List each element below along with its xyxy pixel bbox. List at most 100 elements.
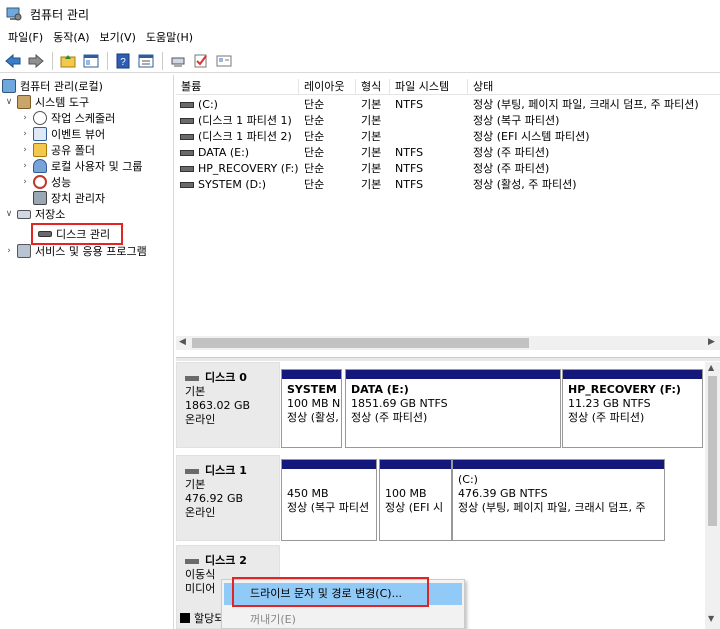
partition-line2: 11.23 GB NTFS — [568, 397, 651, 410]
volume-cell-text: 단순 — [304, 130, 325, 143]
tree-item-label: 장치 관리자 — [51, 192, 106, 205]
volume-cell-text: 단순 — [304, 114, 325, 127]
partition-block[interactable]: HP_RECOVERY (F:) 11.23 GB NTFS 정상 (주 파티션) — [562, 369, 703, 448]
scroll-right-icon[interactable]: ▶ — [708, 337, 715, 347]
volume-cell-text: 기본 — [361, 130, 382, 143]
scrollbar-thumb[interactable] — [708, 376, 717, 526]
volume-row[interactable]: (디스크 1 파티션 2) 단순 기본 정상 (EFI 시스템 파티션) — [176, 129, 720, 145]
performance-icon — [33, 175, 47, 189]
tree-item-label: 저장소 — [35, 208, 66, 221]
window-icon[interactable] — [213, 51, 235, 71]
volume-cell-text: (디스크 1 파티션 1) — [198, 114, 292, 127]
disk-name: 디스크 1 — [185, 464, 279, 478]
legend: 할당되 — [180, 610, 224, 626]
chevron-right-icon[interactable]: › — [4, 246, 14, 256]
check-icon[interactable] — [190, 51, 212, 71]
volume-row[interactable]: (C:) 단순 기본 NTFS 정상 (부팅, 페이지 파일, 크래시 덤프, 주 파티… — [176, 97, 720, 113]
volume-cell-status: 정상 (부팅, 페이지 파일, 크래시 덤프, 주 파티션) — [468, 97, 720, 113]
volume-icon — [180, 102, 194, 108]
volume-cell-text: 정상 (EFI 시스템 파티션) — [473, 130, 590, 143]
scrollbar-thumb[interactable] — [192, 338, 529, 348]
chevron-right-icon[interactable]: › — [20, 161, 30, 171]
tree-item-label: 서비스 및 응용 프로그램 — [35, 245, 147, 258]
tree-item-shared-folders[interactable]: › 공유 폴더 — [20, 142, 95, 158]
partition-block[interactable]: 450 MB 정상 (복구 파티션 — [281, 459, 377, 541]
tree-item-local-users[interactable]: › 로컬 사용자 및 그룹 — [20, 158, 142, 174]
menu-action[interactable]: 동작(A) — [48, 28, 94, 48]
partition-title: (C:) — [458, 473, 478, 486]
partition-block[interactable]: 100 MB 정상 (EFI 시 — [379, 459, 452, 541]
tree-item-task-scheduler[interactable]: › 작업 스케줄러 — [20, 110, 115, 126]
volume-cell-fs: NTFS — [390, 161, 468, 177]
chevron-down-icon[interactable]: ∨ — [4, 209, 14, 219]
volume-cell-layout: 단순 — [299, 97, 356, 113]
menu-bar: 파일(F) 동작(A) 보기(V) 도움말(H) — [0, 28, 720, 48]
tree-item-system-tools[interactable]: ∨ 시스템 도구 — [4, 94, 89, 110]
volume-cell-text: 기본 — [361, 178, 382, 191]
menu-view[interactable]: 보기(V) — [95, 28, 141, 48]
volume-cell-text: 단순 — [304, 162, 325, 175]
pane-divider[interactable] — [176, 357, 720, 361]
partition-block[interactable]: SYSTEM (100 MB N 정상 (활성, — [281, 369, 342, 448]
partition-block[interactable]: (C:) 476.39 GB NTFS 정상 (부팅, 페이지 파일, 크래시 덤프… — [452, 459, 665, 541]
volume-cell-name: DATA (E:) — [176, 145, 299, 161]
column-header-status[interactable]: 상태 — [468, 79, 720, 94]
back-arrow-icon[interactable] — [2, 51, 24, 71]
partition-line2: 100 MB N — [287, 397, 341, 410]
disk-label[interactable]: 디스크 0 기본 1863.02 GB 온라인 — [176, 362, 280, 448]
menu-file[interactable]: 파일(F) — [3, 28, 48, 48]
volume-row[interactable]: DATA (E:) 단순 기본 NTFS 정상 (주 파티션) — [176, 145, 720, 161]
up-folder-icon[interactable] — [57, 51, 79, 71]
properties-icon[interactable] — [135, 51, 157, 71]
volume-cell-status: 정상 (EFI 시스템 파티션) — [468, 129, 720, 145]
disk-name: 디스크 0 — [185, 371, 279, 385]
disk-kind: 기본 — [185, 385, 206, 398]
scroll-left-icon[interactable]: ◀ — [179, 337, 186, 347]
partition-block[interactable]: DATA (E:) 1851.69 GB NTFS 정상 (주 파티션) — [345, 369, 561, 448]
volume-cell-text: 단순 — [304, 146, 325, 159]
column-header-type[interactable]: 형식 — [356, 79, 390, 94]
chevron-right-icon[interactable]: › — [20, 129, 30, 139]
disk-label[interactable]: 디스크 1 기본 476.92 GB 온라인 — [176, 455, 280, 541]
column-header-filesystem[interactable]: 파일 시스템 — [390, 79, 468, 94]
partition-line2: 100 MB — [385, 487, 427, 500]
chevron-down-icon[interactable]: ∨ — [4, 97, 14, 107]
volume-icon — [180, 118, 194, 124]
column-header-volume[interactable]: 볼륨 — [176, 79, 299, 94]
column-header-layout[interactable]: 레이아웃 — [299, 79, 356, 94]
volume-list-header: 볼륨 레이아웃 형식 파일 시스템 상태 — [176, 79, 720, 95]
volume-cell-text: 정상 (부팅, 페이지 파일, 크래시 덤프, 주 파티션) — [473, 98, 699, 111]
tree-item-storage[interactable]: ∨ 저장소 — [4, 206, 66, 222]
tree-item-event-viewer[interactable]: › 이벤트 뷰어 — [20, 126, 105, 142]
forward-arrow-icon[interactable] — [25, 51, 47, 71]
volume-cell-text: 정상 (주 파티션) — [473, 146, 550, 159]
volume-cell-status: 정상 (주 파티션) — [468, 145, 720, 161]
partition-bar — [453, 460, 664, 469]
volume-cell-fs: NTFS — [390, 97, 468, 113]
menu-help[interactable]: 도움말(H) — [141, 28, 198, 48]
scroll-down-icon[interactable]: ▼ — [708, 614, 714, 623]
tree-item-root[interactable]: 컴퓨터 관리(로컬) — [2, 78, 103, 94]
vertical-scrollbar[interactable]: ▲ ▼ — [705, 362, 720, 629]
show-tree-icon[interactable] — [80, 51, 102, 71]
scroll-up-icon[interactable]: ▲ — [708, 363, 714, 372]
tree-item-performance[interactable]: › 성능 — [20, 174, 71, 190]
chevron-right-icon[interactable]: › — [20, 145, 30, 155]
connect-icon[interactable] — [167, 51, 189, 71]
horizontal-scrollbar[interactable]: ◀ ▶ — [176, 336, 720, 350]
volume-cell-layout: 단순 — [299, 145, 356, 161]
volume-cell-status: 정상 (주 파티션) — [468, 161, 720, 177]
tree-item-device-manager[interactable]: 장치 관리자 — [33, 190, 105, 206]
tree-item-services-apps[interactable]: › 서비스 및 응용 프로그램 — [4, 243, 147, 259]
volume-row[interactable]: SYSTEM (D:) 단순 기본 NTFS 정상 (활성, 주 파티션) — [176, 177, 720, 193]
volume-row[interactable]: (디스크 1 파티션 1) 단순 기본 정상 (복구 파티션) — [176, 113, 720, 129]
volume-row[interactable]: HP_RECOVERY (F:) 단순 기본 NTFS 정상 (주 파티션) — [176, 161, 720, 177]
help-icon[interactable]: ? — [112, 51, 134, 71]
tree-item-label: 성능 — [51, 176, 72, 189]
tree-item-label: 이벤트 뷰어 — [51, 128, 106, 141]
partition-line2: 1851.69 GB NTFS — [351, 397, 448, 410]
volume-cell-text: NTFS — [395, 98, 424, 111]
chevron-right-icon[interactable]: › — [20, 177, 30, 187]
chevron-right-icon[interactable]: › — [20, 113, 30, 123]
volume-cell-text: NTFS — [395, 146, 424, 159]
